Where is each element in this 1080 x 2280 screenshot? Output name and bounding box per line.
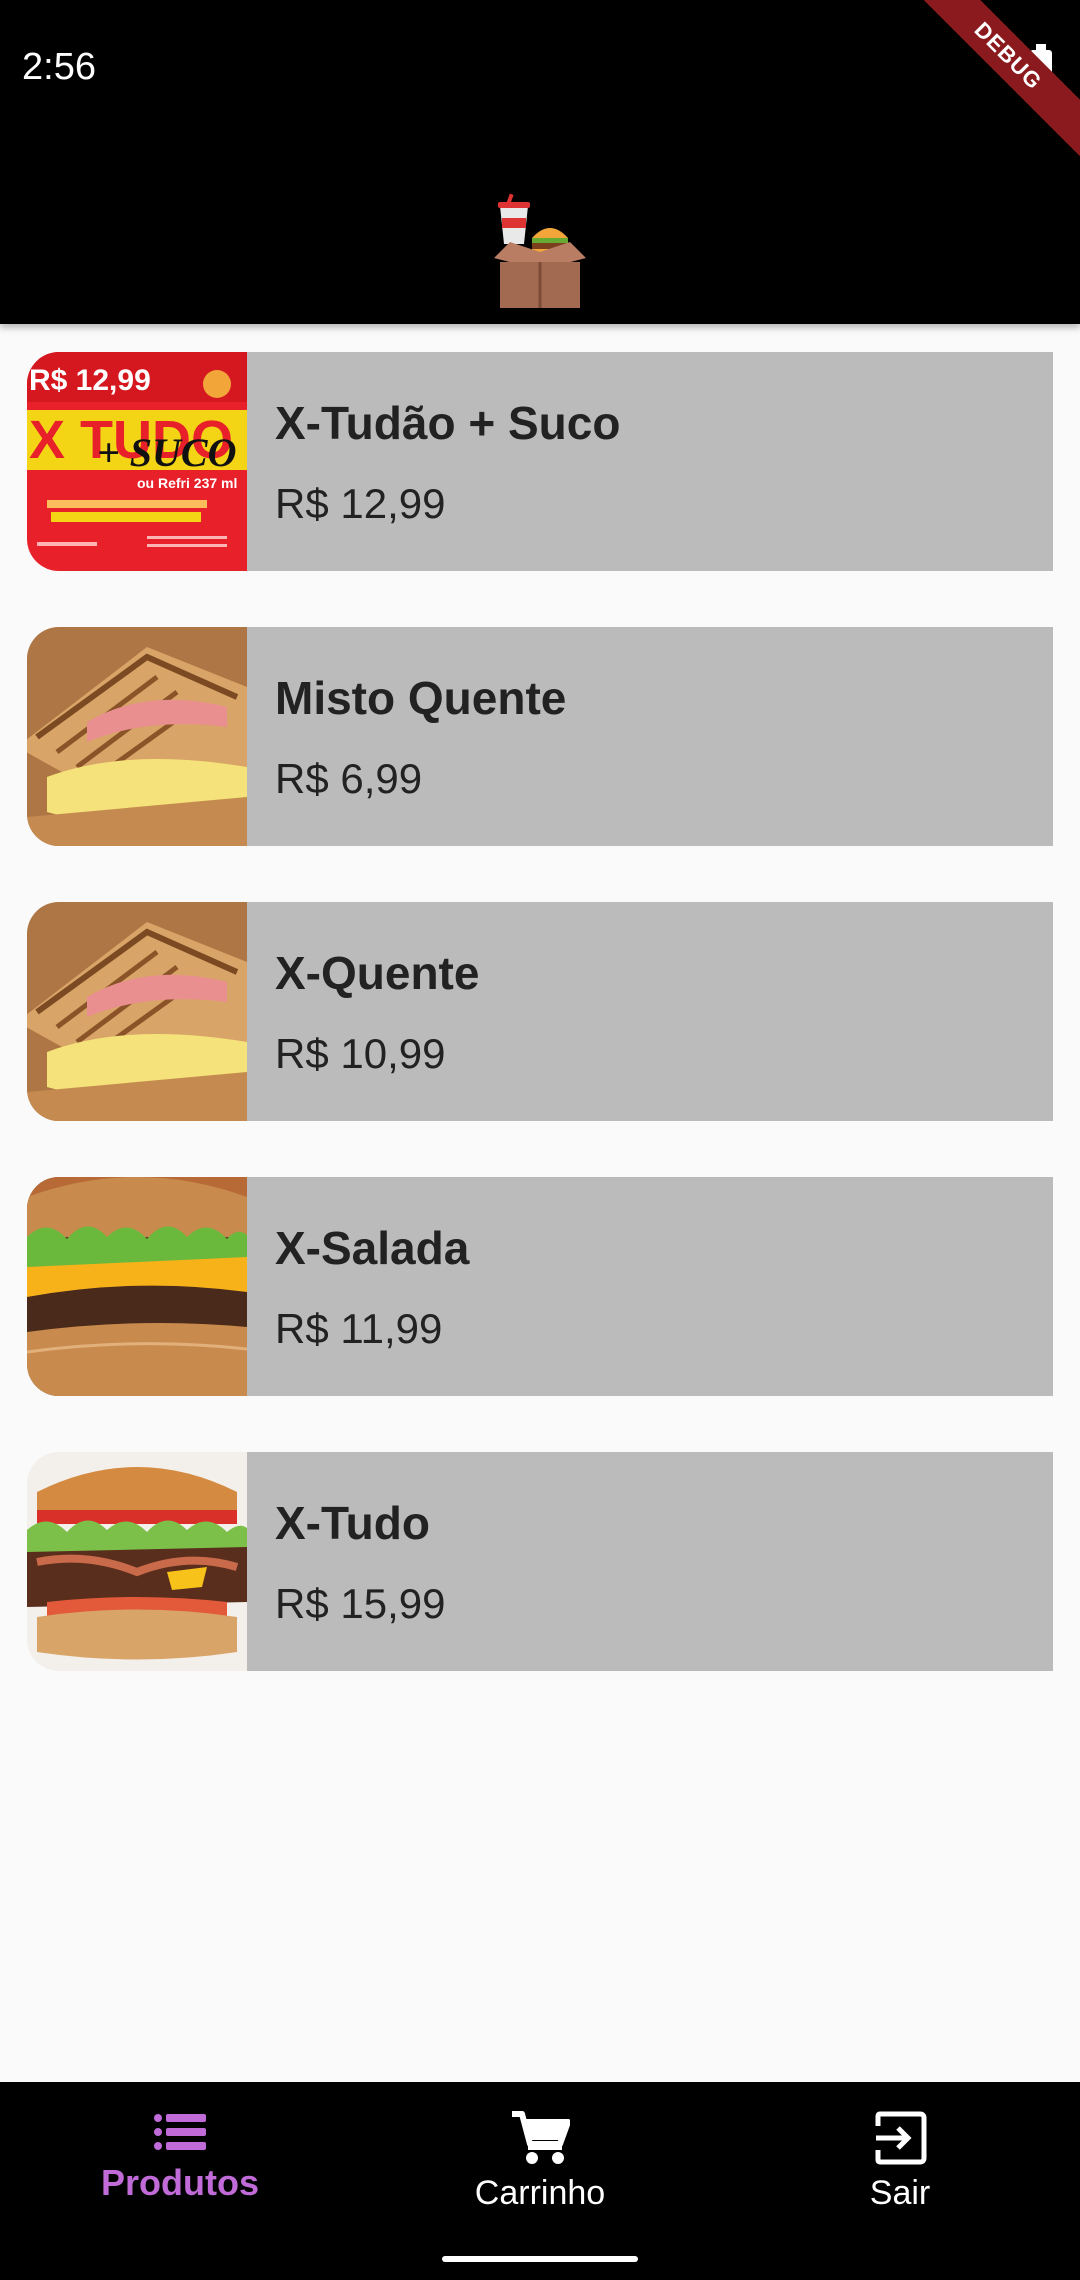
list-icon bbox=[154, 2114, 206, 2150]
food-box-logo-icon bbox=[494, 193, 586, 308]
cart-icon bbox=[512, 2111, 570, 2164]
product-info: X-Quente R$ 10,99 bbox=[247, 902, 1053, 1121]
nav-item-sair[interactable]: Sair bbox=[720, 2110, 1080, 2230]
product-image bbox=[27, 1452, 247, 1671]
debug-banner: DEBUG bbox=[910, 0, 1080, 170]
product-name: X-Salada bbox=[275, 1222, 470, 1274]
product-price: R$ 12,99 bbox=[275, 480, 446, 527]
exit-icon bbox=[875, 2111, 927, 2165]
promo-price: R$ 12,99 bbox=[29, 364, 151, 397]
product-card[interactable]: X-Quente R$ 10,99 bbox=[27, 902, 1053, 1121]
product-image: R$ 12,99 X TUDO + SUCO ou Refri 237 ml bbox=[27, 352, 247, 571]
product-price: R$ 11,99 bbox=[275, 1305, 443, 1352]
promo-sub: + SUCO bbox=[97, 430, 237, 475]
product-price: R$ 6,99 bbox=[275, 755, 423, 802]
product-price: R$ 10,99 bbox=[275, 1030, 446, 1077]
product-card[interactable]: X-Tudo R$ 15,99 bbox=[27, 1452, 1053, 1671]
nav-item-carrinho[interactable]: Carrinho bbox=[360, 2110, 720, 2230]
product-info: X-Salada R$ 11,99 bbox=[247, 1177, 1053, 1396]
product-name: X-Tudão + Suco bbox=[275, 397, 621, 449]
promo-extra: ou Refri 237 ml bbox=[137, 475, 237, 491]
product-card[interactable]: R$ 12,99 X TUDO + SUCO ou Refri 237 ml X… bbox=[27, 352, 1053, 571]
product-card[interactable]: X-Salada R$ 11,99 bbox=[27, 1177, 1053, 1396]
product-info: X-Tudo R$ 15,99 bbox=[247, 1452, 1053, 1671]
status-time: 2:56 bbox=[22, 46, 96, 88]
nav-label: Produtos bbox=[101, 2162, 259, 2203]
product-image bbox=[27, 902, 247, 1121]
product-image bbox=[27, 1177, 247, 1396]
product-info: Misto Quente R$ 6,99 bbox=[247, 627, 1053, 846]
product-name: Misto Quente bbox=[275, 672, 567, 724]
debug-banner-label: DEBUG bbox=[910, 0, 1080, 163]
product-name: X-Tudo bbox=[275, 1497, 430, 1549]
product-image bbox=[27, 627, 247, 846]
product-name: X-Quente bbox=[275, 947, 480, 999]
product-info: X-Tudão + Suco R$ 12,99 bbox=[247, 352, 1053, 571]
product-card[interactable]: Misto Quente R$ 6,99 bbox=[27, 627, 1053, 846]
bottom-navigation: Produtos Carrinho Sair bbox=[0, 2082, 1080, 2280]
product-list: R$ 12,99 X TUDO + SUCO ou Refri 237 ml X… bbox=[27, 352, 1053, 1727]
nav-label: Carrinho bbox=[474, 2174, 606, 2212]
nav-label: Sair bbox=[869, 2174, 931, 2212]
nav-item-produtos[interactable]: Produtos bbox=[0, 2110, 360, 2230]
home-indicator[interactable] bbox=[442, 2256, 638, 2262]
product-price: R$ 15,99 bbox=[275, 1580, 446, 1627]
